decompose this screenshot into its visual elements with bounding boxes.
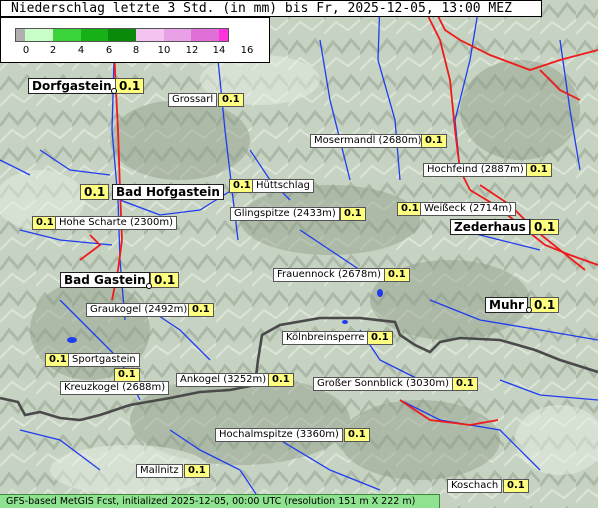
station-marker — [526, 307, 532, 313]
legend-swatch — [15, 28, 25, 42]
precipitation-map[interactable]: Niederschlag letzte 3 Std. (in mm) bis F… — [0, 0, 598, 508]
legend-tick: 6 — [105, 45, 113, 56]
station-value: 0.1 — [184, 464, 210, 478]
station-name: Weißeck (2714m) — [420, 202, 517, 216]
station-name: Hochfeind (2887m) — [423, 163, 528, 177]
station-value: 0.1 — [530, 219, 560, 235]
station-value: 0.1 — [421, 134, 447, 148]
station-name: Hochalmspitze (3360m) — [215, 428, 343, 442]
station-name: Mosermandl (2680m) — [310, 134, 426, 148]
legend-swatch — [108, 28, 136, 42]
station-name: Hüttschlag — [252, 179, 314, 193]
station-value: 0.1 — [80, 184, 110, 200]
legend-tick: 14 — [212, 45, 226, 56]
legend-swatch — [164, 28, 191, 42]
legend-color-scale — [15, 28, 229, 42]
station-name: Frauennock (2678m) — [273, 268, 386, 282]
legend-swatch — [219, 28, 229, 42]
legend-swatch — [53, 28, 81, 42]
station-value: 0.1 — [344, 428, 370, 442]
station-value: 0.1 — [367, 331, 393, 345]
station-name: Kreuzkogel (2688m) — [60, 381, 170, 395]
station-name: Koschach — [447, 479, 503, 493]
legend-swatch — [136, 28, 164, 42]
station-value: 0.1 — [397, 202, 423, 216]
station-value: 0.1 — [384, 268, 410, 282]
legend-tick: 16 — [240, 45, 254, 56]
legend-tick: 12 — [185, 45, 199, 56]
station-name: Ankogel (3252m) — [176, 373, 271, 387]
legend-tick: 8 — [132, 45, 140, 56]
legend-tick: 2 — [49, 45, 57, 56]
legend-tick: 0 — [22, 45, 30, 56]
station-value: 0.1 — [150, 272, 180, 288]
map-title: Niederschlag letzte 3 Std. (in mm) bis F… — [0, 0, 542, 17]
precipitation-legend: 0 2 4 6 8 10 12 14 16 — [0, 17, 270, 63]
station-value: 0.1 — [530, 297, 560, 313]
station-value: 0.1 — [503, 479, 529, 493]
station-name: Zederhaus — [450, 219, 530, 235]
station-value: 0.1 — [268, 373, 294, 387]
station-value: 0.1 — [218, 93, 244, 107]
station-name: Sportgastein — [68, 353, 140, 367]
station-name: Glingspitze (2433m) — [230, 207, 340, 221]
station-name: Mallnitz — [136, 464, 183, 478]
station-name: Grossarl — [168, 93, 218, 107]
legend-tick: 10 — [157, 45, 171, 56]
station-value: 0.1 — [188, 303, 214, 317]
station-name: Großer Sonnblick (3030m) — [313, 377, 454, 391]
station-value: 0.1 — [340, 207, 366, 221]
station-name: Bad Gastein — [60, 272, 150, 288]
station-marker — [111, 88, 117, 94]
station-value: 0.1 — [32, 216, 58, 230]
station-name: Hohe Scharte (2300m) — [55, 216, 177, 230]
station-value: 0.1 — [45, 353, 71, 367]
legend-swatch — [81, 28, 108, 42]
legend-tick: 4 — [77, 45, 85, 56]
station-value: 0.1 — [526, 163, 552, 177]
legend-swatch — [25, 28, 53, 42]
station-value: 0.1 — [229, 179, 255, 193]
station-name: Graukogel (2492m) — [86, 303, 192, 317]
station-name: Dorfgastein — [28, 78, 116, 94]
station-marker — [146, 283, 152, 289]
station-name: Kölnbreinsperre — [282, 331, 369, 345]
legend-swatch — [191, 28, 219, 42]
model-footer: GFS-based MetGIS Fcst, initialized 2025-… — [0, 494, 440, 508]
station-value: 0.1 — [115, 78, 145, 94]
station-value: 0.1 — [452, 377, 478, 391]
station-value: 0.1 — [114, 368, 140, 382]
station-name: Muhr — [485, 297, 528, 313]
station-name: Bad Hofgastein — [112, 184, 224, 200]
